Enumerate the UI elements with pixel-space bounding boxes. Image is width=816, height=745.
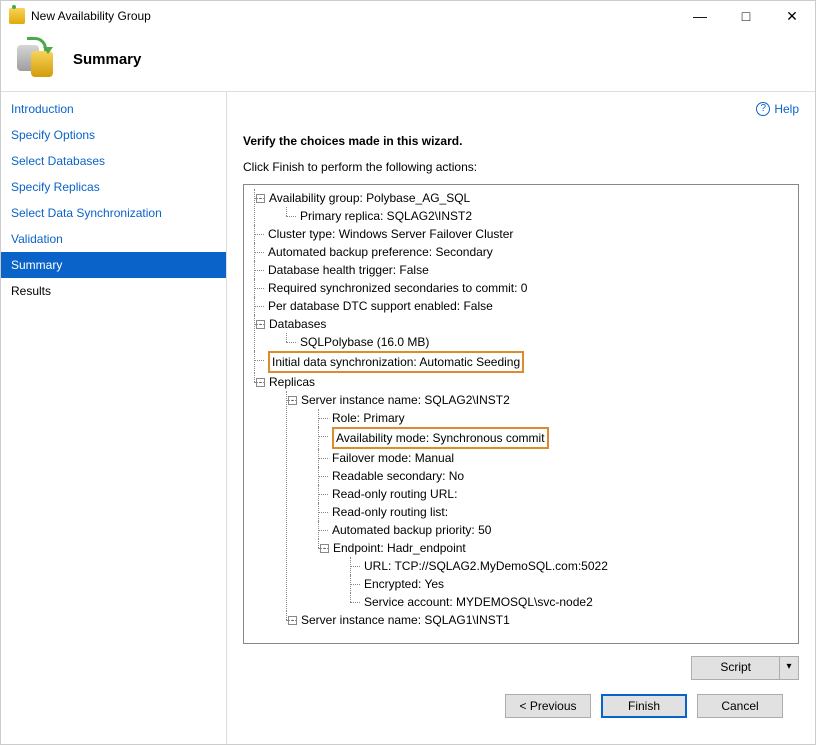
summary-icon (17, 39, 57, 79)
title-bar: New Availability Group ― □ ✕ (1, 1, 815, 31)
cancel-button[interactable]: Cancel (697, 694, 783, 718)
help-icon: ? (756, 102, 770, 116)
wizard-nav: Introduction Specify Options Select Data… (1, 92, 227, 744)
nav-specify-options[interactable]: Specify Options (1, 122, 226, 148)
nav-validation[interactable]: Validation (1, 226, 226, 252)
nav-specify-replicas[interactable]: Specify Replicas (1, 174, 226, 200)
tree-r1-failover: Failover mode: Manual (318, 449, 792, 467)
tree-primary-replica: Primary replica: SQLAG2\INST2 (286, 207, 792, 225)
tree-r1-ep-url: URL: TCP://SQLAG2.MyDemoSQL.com:5022 (350, 557, 792, 575)
tree-r1-ep-enc: Encrypted: Yes (350, 575, 792, 593)
nav-introduction[interactable]: Introduction (1, 96, 226, 122)
close-button[interactable]: ✕ (769, 1, 815, 31)
help-link[interactable]: ? Help (756, 102, 799, 116)
tree-replica-2[interactable]: -Server instance name: SQLAG1\INST1 (286, 611, 792, 629)
tree-r1-avail: Availability mode: Synchronous commit (318, 427, 792, 449)
tree-replica-1[interactable]: -Server instance name: SQLAG2\INST2 Role… (286, 391, 792, 611)
script-dropdown-icon[interactable]: ▾ (780, 657, 798, 679)
tree-r1-readable: Readable secondary: No (318, 467, 792, 485)
tree-r1-ro-list: Read-only routing list: (318, 503, 792, 521)
previous-button[interactable]: < Previous (505, 694, 591, 718)
collapse-icon[interactable]: - (256, 194, 265, 203)
summary-tree[interactable]: -Availability group: Polybase_AG_SQL Pri… (243, 184, 799, 644)
tree-cluster-type: Cluster type: Windows Server Failover Cl… (254, 225, 792, 243)
nav-summary[interactable]: Summary (1, 252, 226, 278)
nav-select-databases[interactable]: Select Databases (1, 148, 226, 174)
verify-subheading: Click Finish to perform the following ac… (243, 160, 799, 174)
tree-databases[interactable]: -Databases SQLPolybase (16.0 MB) (254, 315, 792, 351)
tree-backup-pref: Automated backup preference: Secondary (254, 243, 792, 261)
script-button-label: Script (692, 657, 780, 679)
collapse-icon[interactable]: - (320, 544, 329, 553)
finish-button[interactable]: Finish (601, 694, 687, 718)
collapse-icon[interactable]: - (288, 616, 297, 625)
page-title: Summary (73, 51, 141, 68)
tree-r1-ep-svc: Service account: MYDEMOSQL\svc-node2 (350, 593, 792, 611)
tree-r1-role: Role: Primary (318, 409, 792, 427)
wizard-footer: < Previous Finish Cancel (243, 680, 799, 732)
tree-r1-ro-url: Read-only routing URL: (318, 485, 792, 503)
window-title: New Availability Group (31, 9, 677, 23)
collapse-icon[interactable]: - (256, 378, 265, 387)
main-panel: ? Help Verify the choices made in this w… (227, 92, 815, 744)
tree-req-sync: Required synchronized secondaries to com… (254, 279, 792, 297)
tree-replicas[interactable]: -Replicas -Server instance name: SQLAG2\… (254, 373, 792, 629)
maximize-button[interactable]: □ (723, 1, 769, 31)
wizard-header: Summary (1, 31, 815, 91)
window-controls: ― □ ✕ (677, 1, 815, 31)
tree-db-item: SQLPolybase (16.0 MB) (286, 333, 792, 351)
tree-ag[interactable]: -Availability group: Polybase_AG_SQL Pri… (254, 189, 792, 225)
tree-db-health: Database health trigger: False (254, 261, 792, 279)
verify-heading: Verify the choices made in this wizard. (243, 134, 799, 148)
tree-dtc: Per database DTC support enabled: False (254, 297, 792, 315)
tree-r1-endpoint[interactable]: -Endpoint: Hadr_endpoint URL: TCP://SQLA… (318, 539, 792, 611)
collapse-icon[interactable]: - (288, 396, 297, 405)
nav-select-data-sync[interactable]: Select Data Synchronization (1, 200, 226, 226)
minimize-button[interactable]: ― (677, 1, 723, 31)
tree-r1-backup-prio: Automated backup priority: 50 (318, 521, 792, 539)
script-button[interactable]: Script ▾ (691, 656, 799, 680)
app-icon (9, 8, 25, 24)
collapse-icon[interactable]: - (256, 320, 265, 329)
tree-init-sync: Initial data synchronization: Automatic … (254, 351, 792, 373)
help-label: Help (774, 102, 799, 116)
script-row: Script ▾ (243, 656, 799, 680)
nav-results: Results (1, 278, 226, 304)
